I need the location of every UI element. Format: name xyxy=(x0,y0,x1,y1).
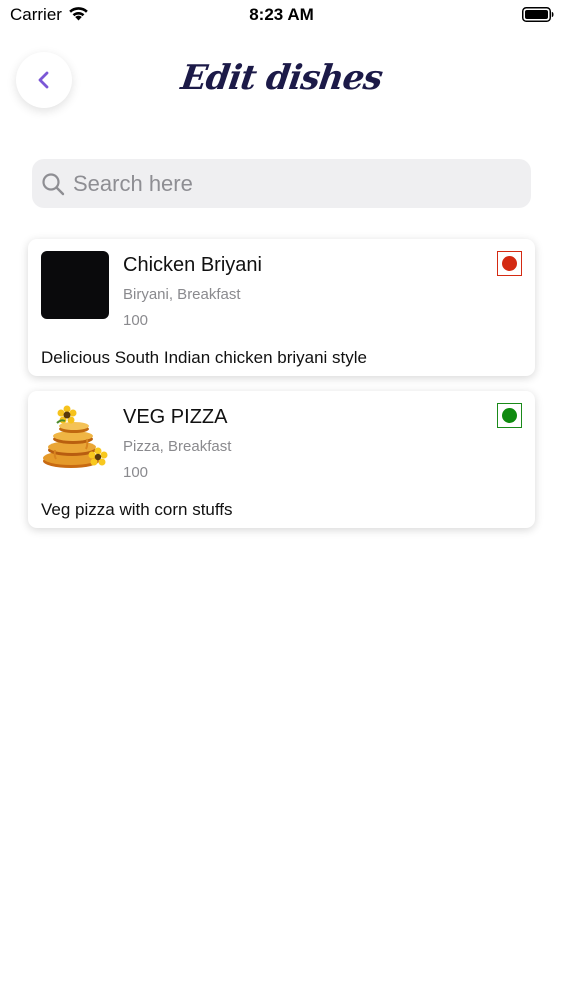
dish-category: Pizza, Breakfast xyxy=(123,438,232,455)
dish-card[interactable]: Chicken Briyani Biryani, Breakfast 100 D… xyxy=(28,239,535,376)
dish-description: Delicious South Indian chicken briyani s… xyxy=(41,348,368,367)
status-time: 8:23 AM xyxy=(249,5,314,24)
dish-price: 100 xyxy=(123,312,149,329)
dish-name: Chicken Briyani xyxy=(123,254,262,276)
dish-description: Veg pizza with corn stuffs xyxy=(41,500,233,519)
page-title: Edit dishes xyxy=(178,58,385,98)
dish-name: VEG PIZZA xyxy=(123,406,228,428)
status-bar: Carrier 8:23 AM xyxy=(0,0,563,30)
search-bar[interactable] xyxy=(32,159,531,208)
dish-price: 100 xyxy=(123,464,149,481)
search-icon xyxy=(41,172,65,196)
non-veg-indicator-icon xyxy=(497,251,522,276)
veg-indicator-icon xyxy=(497,403,522,428)
search-input[interactable] xyxy=(73,163,503,204)
dish-image xyxy=(41,403,109,471)
battery-icon xyxy=(522,7,554,22)
dish-image xyxy=(41,251,109,319)
dish-card[interactable]: VEG PIZZA Pizza, Breakfast 100 Veg pizza… xyxy=(28,391,535,528)
dish-category: Biryani, Breakfast xyxy=(123,286,241,303)
